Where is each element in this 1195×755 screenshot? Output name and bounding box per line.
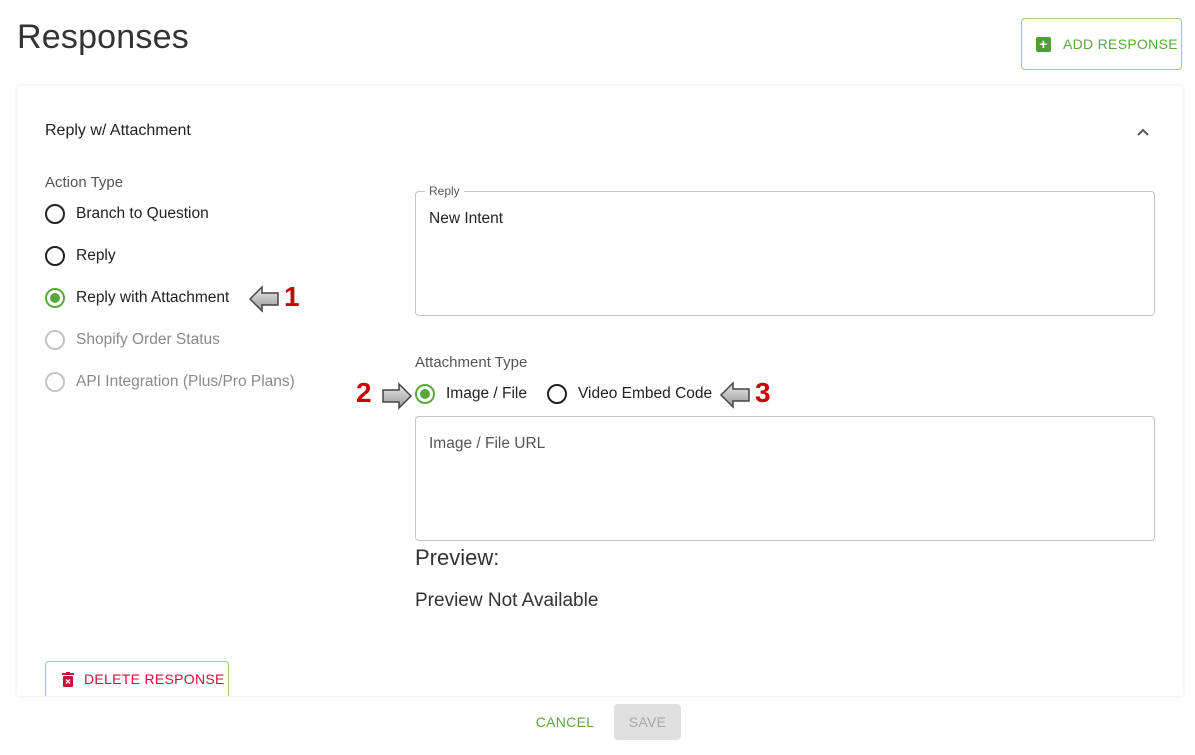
radio-shopify-order-status: Shopify Order Status	[45, 330, 220, 350]
reply-value: New Intent	[429, 210, 504, 227]
radio-label: Image / File	[446, 385, 527, 402]
delete-response-button[interactable]: DELETE RESPONSE	[45, 661, 229, 696]
arrow-right-icon	[382, 382, 413, 410]
plus-icon: +	[1036, 36, 1051, 52]
image-file-url-textarea[interactable]: Image / File URL	[415, 416, 1155, 541]
annotation-number: 1	[284, 281, 300, 312]
radio-reply[interactable]: Reply	[45, 246, 116, 266]
chevron-up-icon[interactable]	[1133, 122, 1153, 142]
arrow-left-icon	[248, 285, 279, 313]
radio-label: Shopify Order Status	[76, 331, 220, 348]
reply-textarea[interactable]: Reply New Intent	[415, 184, 1155, 316]
radio-label: Branch to Question	[76, 205, 209, 222]
delete-response-label: DELETE RESPONSE	[84, 671, 225, 687]
radio-image-file[interactable]: Image / File	[415, 384, 527, 404]
add-response-button[interactable]: + ADD RESPONSE	[1021, 18, 1182, 70]
arrow-left-icon	[719, 381, 750, 409]
radio-button[interactable]	[45, 204, 65, 224]
save-button[interactable]: SAVE	[614, 704, 681, 740]
radio-label: Video Embed Code	[578, 385, 713, 402]
radio-button[interactable]	[415, 384, 435, 404]
add-response-label: ADD RESPONSE	[1063, 36, 1178, 52]
radio-button[interactable]	[547, 384, 567, 404]
annotation-number: 2	[356, 377, 372, 408]
action-type-label: Action Type	[45, 174, 124, 191]
url-placeholder: Image / File URL	[429, 435, 546, 452]
radio-label: Reply	[76, 247, 116, 264]
radio-label: Reply with Attachment	[76, 289, 230, 306]
attachment-type-label: Attachment Type	[415, 354, 528, 371]
preview-heading: Preview:	[415, 545, 500, 570]
card-title: Reply w/ Attachment	[45, 122, 191, 139]
page-title: Responses	[17, 18, 189, 56]
radio-reply-with-attachment[interactable]: Reply with Attachment	[45, 288, 229, 308]
cancel-button[interactable]: CANCEL	[526, 704, 604, 740]
radio-video-embed-code[interactable]: Video Embed Code	[547, 384, 712, 404]
trash-icon	[62, 671, 74, 687]
preview-text: Preview Not Available	[415, 590, 599, 611]
radio-button[interactable]	[45, 288, 65, 308]
radio-button	[45, 330, 65, 350]
reply-label: Reply	[425, 184, 464, 198]
radio-button[interactable]	[45, 246, 65, 266]
radio-branch-to-question[interactable]: Branch to Question	[45, 204, 209, 224]
radio-api-integration: API Integration (Plus/Pro Plans)	[45, 372, 295, 392]
radio-label: API Integration (Plus/Pro Plans)	[76, 373, 295, 390]
annotation-number: 3	[755, 377, 771, 408]
radio-button	[45, 372, 65, 392]
